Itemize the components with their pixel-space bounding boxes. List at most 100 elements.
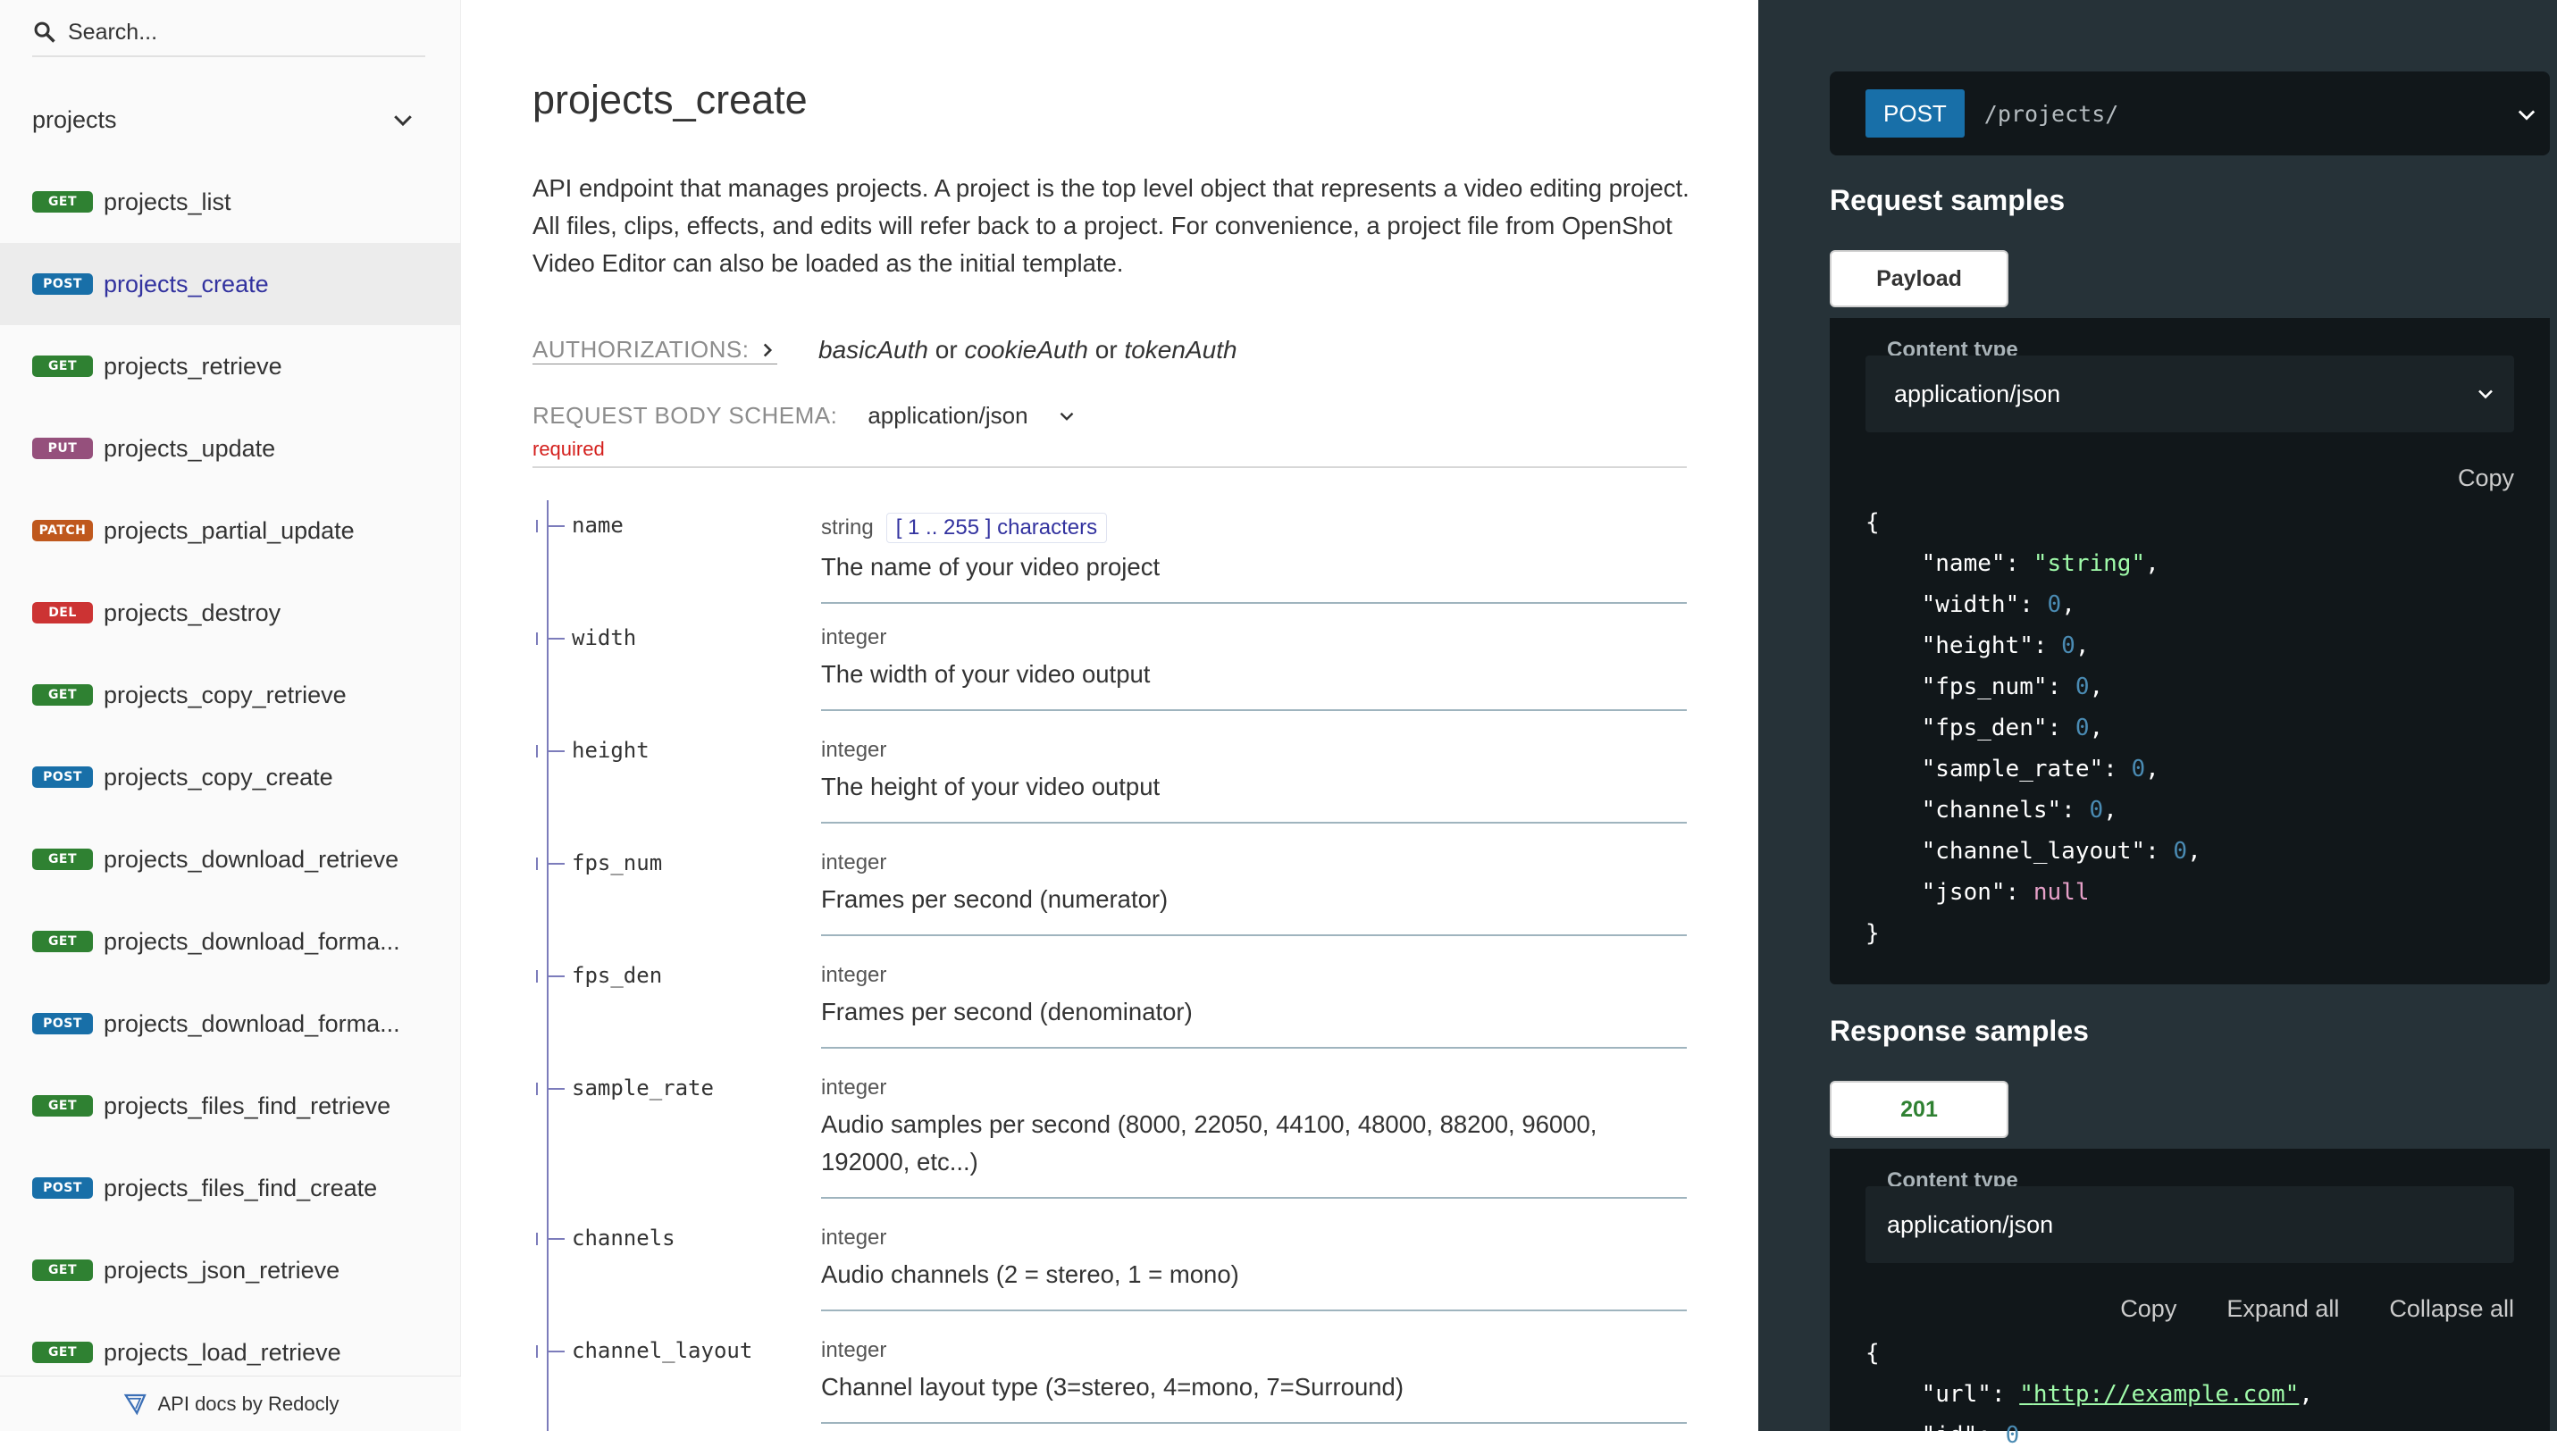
response-samples-title: Response samples [1830,1015,2089,1047]
sidebar-item-projects-download-retrieve[interactable]: GET projects_download_retrieve [0,818,461,900]
sidebar-item-label: projects_files_find_retrieve [104,1092,391,1119]
http-method-badge: POST [32,1177,93,1199]
chevron-right-icon [764,343,773,356]
json-number: 0 [2005,1422,2020,1449]
search-input[interactable] [68,19,407,46]
sidebar-item-projects-download-forma[interactable]: GET projects_download_forma... [0,900,461,983]
auth-cookie: cookieAuth [964,336,1088,364]
property-info: integer The height of your video output [821,738,1687,824]
collapse-all-button[interactable]: Collapse all [2389,1295,2514,1323]
schema-content-type-select[interactable]: application/json [868,402,1077,430]
sidebar-item-projects-json-retrieve[interactable]: GET projects_json_retrieve [0,1229,461,1311]
redocly-logo-icon [123,1393,147,1415]
json-string: "string" [2033,550,2146,577]
json-key: "channels": [1921,797,2090,824]
content-type-select[interactable]: application/json [1865,356,2514,432]
sidebar-item-projects-download-forma[interactable]: POST projects_download_forma... [0,983,461,1065]
http-method-badge: PUT [32,438,93,459]
property-type-row: integer [821,1075,1687,1100]
json-brace: } [1865,920,1880,947]
json-number: 0 [2061,632,2075,659]
tab-payload[interactable]: Payload [1830,250,2008,307]
search-box[interactable] [32,9,425,57]
tree-branch [547,638,565,640]
sidebar-item-projects-update[interactable]: PUT projects_update [0,407,461,490]
property-type-row: integer [821,1226,1687,1251]
sidebar-item-projects-partial-update[interactable]: PATCH projects_partial_update [0,490,461,572]
sidebar-nav-list: GET projects_list POST projects_create GET pr… [0,161,461,1393]
http-method-badge: DEL [32,602,93,623]
right-panel: POST /projects/ Request samples Payload … [1758,0,2557,1449]
tree-node-marker [536,858,538,870]
request-body-schema-row: REQUEST BODY SCHEMA: application/json [532,402,1078,430]
json-key: "height": [1921,632,2062,659]
chevron-down-icon [2518,110,2536,121]
property-name: width [572,625,637,650]
request-samples-title: Request samples [1830,184,2066,216]
tree-node-marker [536,1233,538,1245]
response-sample-box: Content type application/json Copy Expan… [1830,1149,2550,1449]
auth-schemes: basicAuth or cookieAuth or tokenAuth [818,336,1237,364]
json-key: "width": [1921,591,2048,618]
main-content: projects_create API endpoint that manage… [461,0,1758,1431]
endpoint-selector[interactable]: POST /projects/ [1830,71,2550,155]
sidebar-item-projects-copy-retrieve[interactable]: GET projects_copy_retrieve [0,654,461,736]
sidebar-item-projects-destroy[interactable]: DEL projects_destroy [0,572,461,654]
tab-response-201[interactable]: 201 [1830,1081,2008,1138]
required-label: required [532,438,605,460]
property-info: integer Frames per second (denominator) [821,963,1687,1049]
response-content-type: application/json [1865,1186,2514,1263]
property-name: sample_rate [572,1075,714,1100]
tree-node-marker [536,1083,538,1095]
json-url-link[interactable]: "http://example.com" [2019,1381,2299,1408]
tree-branch [547,525,565,527]
copy-button[interactable]: Copy [2458,464,2514,492]
json-key: "json": [1921,879,2033,906]
response-json-sample: { "url": "http://example.com", "id": 0 [1865,1340,2313,1449]
http-method-badge: GET [32,931,93,952]
tree-node-marker [536,1345,538,1358]
sidebar-item-projects-retrieve[interactable]: GET projects_retrieve [0,325,461,407]
sidebar-item-projects-files-find-create[interactable]: POST projects_files_find_create [0,1147,461,1229]
property-description: Audio channels (2 = stereo, 1 = mono) [821,1260,1239,1288]
property-name: name [572,513,624,538]
sidebar-item-label: projects_files_find_create [104,1174,378,1201]
property-tree-line [547,500,549,1431]
auth-token: tokenAuth [1124,336,1237,364]
sidebar-item-label: projects_download_forma... [104,927,400,955]
json-key: "url": [1921,1381,2020,1408]
sidebar-item-projects-create[interactable]: POST projects_create [0,243,461,325]
authorizations-row: AUTHORIZATIONS: basicAuth or cookieAuth … [532,336,1237,364]
auth-or: or [1094,336,1118,364]
property-description: Channel layout type (3=stereo, 4=mono, 7… [821,1373,1404,1401]
expand-all-button[interactable]: Expand all [2226,1295,2339,1323]
sidebar-item-label: projects_copy_create [104,763,333,791]
json-brace: { [1865,1340,1880,1367]
sidebar-item-projects-list[interactable]: GET projects_list [0,161,461,243]
property-description: Audio samples per second (8000, 22050, 4… [821,1110,1597,1176]
sidebar-item-label: projects_list [104,188,231,215]
json-number: 0 [2173,838,2188,865]
property-name: channels [572,1226,675,1251]
response-content-type-value: application/json [1887,1210,2054,1238]
property-type: integer [821,850,887,874]
property-type: integer [821,625,887,649]
sidebar-item-projects-files-find-retrieve[interactable]: GET projects_files_find_retrieve [0,1065,461,1147]
copy-button[interactable]: Copy [2120,1295,2176,1323]
property-info: integer Audio channels (2 = stereo, 1 = m… [821,1226,1687,1311]
sidebar-item-projects-copy-create[interactable]: POST projects_copy_create [0,736,461,818]
json-null: null [2033,879,2090,906]
operation-title: projects_create [532,77,808,122]
redocly-footer-link[interactable]: API docs by Redocly [0,1376,461,1431]
http-method-badge: GET [32,684,93,706]
auth-or: or [935,336,958,364]
authorizations-toggle[interactable]: AUTHORIZATIONS: [532,336,778,364]
property-info: integer Channel layout type (3=stereo, 4=… [821,1338,1687,1424]
property-type: integer [821,963,887,987]
sidebar-group-projects[interactable]: projects [32,96,425,143]
http-method-badge: GET [32,191,93,213]
json-key: "channel_layout": [1921,838,2174,865]
http-method-badge: PATCH [32,520,93,541]
tree-branch [547,975,565,977]
property-type: integer [821,1338,887,1362]
